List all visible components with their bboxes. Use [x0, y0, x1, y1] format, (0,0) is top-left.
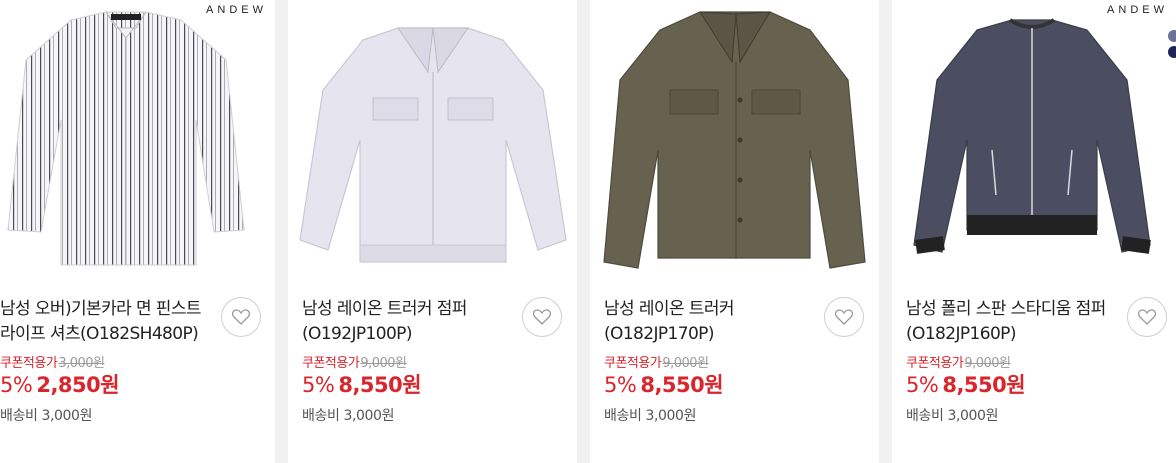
discount-rate: 5%	[0, 373, 33, 397]
wishlist-button[interactable]	[824, 297, 864, 337]
color-swatch[interactable]	[1168, 30, 1176, 42]
discount-rate: 5%	[302, 373, 335, 397]
wishlist-button[interactable]	[522, 297, 562, 337]
heart-icon	[1138, 309, 1156, 325]
product-image[interactable]	[590, 0, 879, 284]
product-card[interactable]: 남성 레이온 트러커 (O182JP170P) 쿠폰적용가9,000원 5% 8,…	[590, 0, 879, 463]
sale-price: 8,550원	[640, 373, 724, 397]
navy-stadium-jacket-image	[913, 18, 1151, 254]
color-swatch[interactable]	[1168, 46, 1176, 58]
product-title[interactable]: 남성 폴리 스판 스타디움 점퍼 (O182JP160P)	[906, 297, 1116, 347]
product-title[interactable]: 남성 오버)기본카라 면 핀스트 라이프 셔츠(O182SH480P)	[0, 297, 210, 347]
sale-price-line: 5% 8,550원	[604, 369, 724, 399]
shipping-fee: 배송비 3,000원	[906, 408, 999, 424]
product-image[interactable]	[288, 0, 577, 284]
shipping-fee: 배송비 3,000원	[0, 408, 93, 424]
discount-rate: 5%	[604, 373, 637, 397]
sale-price-line: 5% 8,550원	[906, 369, 1026, 399]
product-card[interactable]: ANDEW 남성 폴리 스판 스타디움 점퍼 (O182JP160P) 쿠폰적용…	[892, 0, 1176, 463]
shipping-fee: 배송비 3,000원	[604, 408, 697, 424]
white-striped-shirt-image	[7, 11, 245, 266]
color-swatches	[1168, 30, 1176, 62]
heart-icon	[533, 309, 551, 325]
sale-price-line: 5% 8,550원	[302, 369, 422, 399]
product-card[interactable]: 남성 레이온 트러커 점퍼 (O192JP100P) 쿠폰적용가9,000원 5…	[288, 0, 577, 463]
lavender-jacket-image	[299, 27, 567, 263]
product-title[interactable]: 남성 레이온 트러커 점퍼 (O192JP100P)	[302, 297, 512, 347]
wishlist-button[interactable]	[1127, 297, 1167, 337]
wishlist-button[interactable]	[221, 297, 261, 337]
khaki-jacket-image	[603, 11, 866, 269]
sale-price: 2,850원	[36, 373, 120, 397]
product-image[interactable]: ANDEW	[0, 0, 275, 284]
brand-logo: ANDEW	[1107, 4, 1168, 16]
heart-icon	[232, 309, 250, 325]
discount-rate: 5%	[906, 373, 939, 397]
product-image[interactable]: ANDEW	[892, 0, 1176, 284]
product-card[interactable]: ANDEW 남성 오버)기본카라 면 핀스트 라이프 셔츠(O182SH480P…	[0, 0, 275, 463]
shipping-fee: 배송비 3,000원	[302, 408, 395, 424]
sale-price: 8,550원	[338, 373, 422, 397]
product-title[interactable]: 남성 레이온 트러커 (O182JP170P)	[604, 297, 814, 347]
sale-price-line: 5% 2,850원	[0, 369, 120, 399]
heart-icon	[835, 309, 853, 325]
sale-price: 8,550원	[942, 373, 1026, 397]
brand-logo: ANDEW	[206, 4, 267, 16]
